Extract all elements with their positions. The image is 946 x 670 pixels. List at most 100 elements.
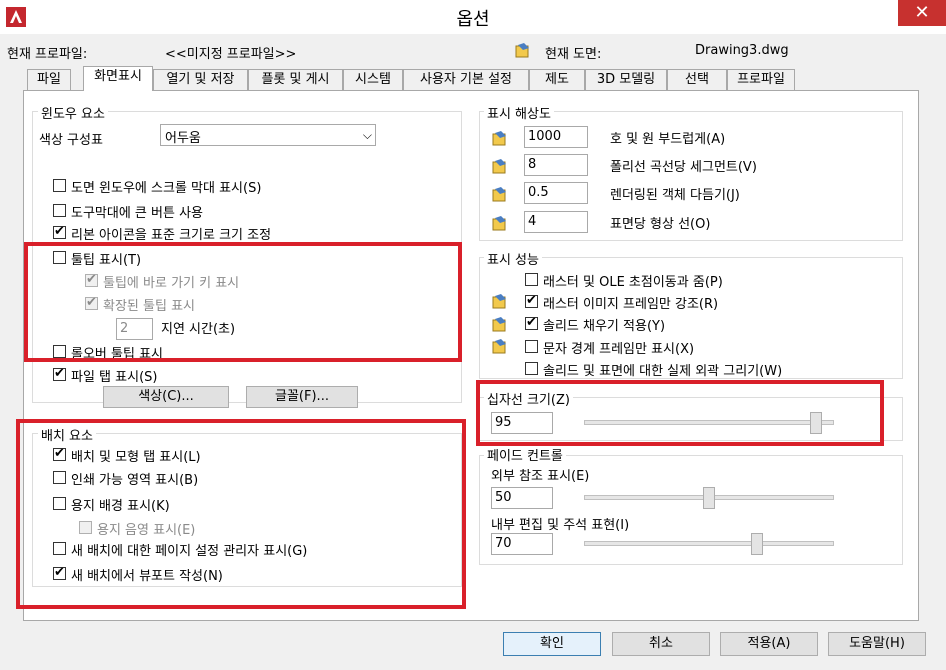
- checkmark-icon: ✔: [86, 295, 97, 310]
- crosshair-size-slider-thumb[interactable]: [810, 412, 823, 434]
- checkmark-icon: ✔: [54, 446, 65, 461]
- scrollbars-label: 도면 윈도우에 스크롤 막대 표시(S): [71, 181, 262, 196]
- tab-system[interactable]: 시스템: [343, 69, 403, 90]
- contour-lines-input[interactable]: 4: [524, 211, 588, 233]
- close-button[interactable]: ✕: [898, 0, 946, 26]
- color-scheme-value: 어두움: [165, 131, 201, 146]
- solid-fill-checkbox[interactable]: ✔: [525, 315, 538, 330]
- file-tabs-label: 파일 탭 표시(S): [71, 370, 158, 385]
- drawing-icon: [492, 339, 506, 354]
- tab-user-preferences[interactable]: 사용자 기본 설정: [403, 69, 529, 90]
- printable-area-checkbox[interactable]: [53, 471, 66, 484]
- paper-background-checkbox[interactable]: [53, 497, 66, 510]
- inplace-fade-slider-thumb[interactable]: [750, 533, 763, 555]
- checkmark-icon: ✔: [526, 293, 537, 308]
- paper-background-label: 용지 배경 표시(K): [71, 499, 170, 514]
- inplace-fade-slider-track[interactable]: [584, 541, 834, 546]
- tooltips-checkbox[interactable]: [53, 251, 66, 264]
- delay-input[interactable]: 2: [116, 318, 153, 340]
- current-drawing-label: 현재 도면:: [545, 47, 602, 62]
- polyline-segments-input[interactable]: 8: [524, 154, 588, 176]
- tooltips-label: 툴팁 표시(T): [71, 253, 142, 268]
- contour-lines-label: 표면당 형상 선(O): [610, 217, 711, 232]
- fonts-button[interactable]: 글꼴(F)...: [246, 386, 358, 408]
- drawing-icon: [492, 317, 506, 332]
- tab-selection[interactable]: 선택: [667, 69, 727, 90]
- drawing-icon: [492, 131, 506, 146]
- colors-button[interactable]: 색상(C)...: [103, 386, 229, 408]
- xref-fade-input[interactable]: 50: [491, 487, 553, 509]
- paper-shadow-checkbox[interactable]: [79, 521, 92, 534]
- scrollbars-checkbox[interactable]: [53, 179, 66, 192]
- drawing-icon: [492, 187, 506, 202]
- drawing-icon: [515, 43, 529, 58]
- checkmark-icon: ✔: [54, 366, 65, 381]
- tab-plot-publish[interactable]: 플롯 및 게시: [248, 69, 343, 90]
- tab-files[interactable]: 파일: [27, 69, 71, 90]
- text-boundary-frame-label: 문자 경계 프레임만 표시(X): [543, 342, 695, 357]
- layout-elements-title: 배치 요소: [38, 425, 96, 444]
- layout-model-tabs-checkbox[interactable]: ✔: [53, 446, 66, 461]
- true-silhouettes-label: 솔리드 및 표면에 대한 실제 외곽 그리기(W): [543, 364, 783, 379]
- display-tab-panel: 윈도우 요소 색상 구성표 도면 윈도우에 스크롤 막대 표시(S) 도구막대에…: [23, 90, 919, 621]
- cancel-button[interactable]: 취소: [612, 632, 710, 656]
- file-tabs-checkbox[interactable]: ✔: [53, 366, 66, 381]
- tab-3d-modeling[interactable]: 3D 모델링: [585, 69, 667, 90]
- page-setup-manager-checkbox[interactable]: [53, 542, 66, 555]
- solid-fill-label: 솔리드 채우기 적용(Y): [543, 319, 666, 334]
- rendered-smoothness-input[interactable]: 0.5: [524, 182, 588, 204]
- tab-profiles[interactable]: 프로파일: [727, 69, 795, 90]
- extended-tooltips-checkbox[interactable]: ✔: [85, 295, 98, 310]
- true-silhouettes-checkbox[interactable]: [525, 362, 538, 375]
- delay-label: 지연 시간(초): [161, 322, 236, 337]
- inplace-fade-label: 내부 편집 및 주석 표현(I): [491, 518, 630, 533]
- help-button[interactable]: 도움말(H): [828, 632, 926, 656]
- apply-button[interactable]: 적용(A): [720, 632, 818, 656]
- ribbon-resize-checkbox[interactable]: ✔: [53, 224, 66, 239]
- large-buttons-checkbox[interactable]: [53, 204, 66, 217]
- display-performance-title: 표시 성능: [484, 249, 542, 268]
- page-setup-manager-label: 새 배치에 대한 페이지 설정 관리자 표시(G): [71, 544, 308, 559]
- arc-smoothness-input[interactable]: 1000: [524, 126, 588, 148]
- close-icon: ✕: [914, 2, 930, 23]
- rollover-checkbox[interactable]: [53, 345, 66, 358]
- drawing-icon: [492, 294, 506, 309]
- text-boundary-frame-checkbox[interactable]: [525, 340, 538, 353]
- fade-control-title: 페이드 컨트롤: [484, 445, 566, 464]
- drawing-icon: [492, 159, 506, 174]
- raster-ole-pan-zoom-label: 래스터 및 OLE 초점이동과 줌(P): [543, 275, 723, 290]
- ribbon-resize-label: 리본 아이콘을 표준 크기로 크기 조정: [71, 228, 272, 243]
- tab-drafting[interactable]: 제도: [529, 69, 585, 90]
- shortcut-keys-label: 툴팁에 바로 가기 키 표시: [103, 276, 240, 291]
- rendered-smoothness-label: 렌더링된 객체 다듬기(J): [610, 188, 740, 203]
- tab-display[interactable]: 화면표시: [83, 66, 153, 91]
- extended-tooltips-label: 확장된 툴팁 표시: [103, 299, 195, 314]
- layout-model-tabs-label: 배치 및 모형 탭 표시(L): [71, 450, 201, 465]
- ok-button[interactable]: 확인: [503, 632, 601, 656]
- inplace-fade-input[interactable]: 70: [491, 533, 553, 555]
- raster-frame-highlight-checkbox[interactable]: ✔: [525, 293, 538, 308]
- shortcut-keys-checkbox[interactable]: ✔: [85, 272, 98, 287]
- tab-open-save[interactable]: 열기 및 저장: [153, 69, 248, 90]
- crosshair-size-slider-track[interactable]: [584, 420, 834, 425]
- create-viewport-label: 새 배치에서 뷰포트 작성(N): [71, 569, 223, 584]
- polyline-segments-label: 폴리선 곡선당 세그먼트(V): [610, 160, 757, 175]
- checkmark-icon: ✔: [54, 565, 65, 580]
- checkmark-icon: ✔: [86, 272, 97, 287]
- display-resolution-title: 표시 해상도: [484, 103, 554, 122]
- color-scheme-label: 색상 구성표: [39, 133, 103, 148]
- current-profile-label: 현재 프로파일:: [7, 47, 88, 62]
- crosshair-size-input[interactable]: 95: [491, 412, 553, 434]
- current-profile-value: <<미지정 프로파일>>: [165, 47, 297, 62]
- raster-ole-pan-zoom-checkbox[interactable]: [525, 273, 538, 286]
- xref-fade-slider-thumb[interactable]: [703, 487, 715, 509]
- paper-shadow-label: 용지 음영 표시(E): [97, 523, 196, 538]
- chevron-down-icon: ⌵: [362, 128, 372, 142]
- arc-smoothness-label: 호 및 원 부드럽게(A): [610, 132, 726, 147]
- checkmark-icon: ✔: [54, 224, 65, 239]
- printable-area-label: 인쇄 가능 영역 표시(B): [71, 473, 199, 488]
- rollover-label: 롤오버 툴팁 표시: [71, 347, 163, 362]
- checkmark-icon: ✔: [526, 315, 537, 330]
- color-scheme-dropdown[interactable]: 어두움 ⌵: [160, 124, 376, 146]
- create-viewport-checkbox[interactable]: ✔: [53, 565, 66, 580]
